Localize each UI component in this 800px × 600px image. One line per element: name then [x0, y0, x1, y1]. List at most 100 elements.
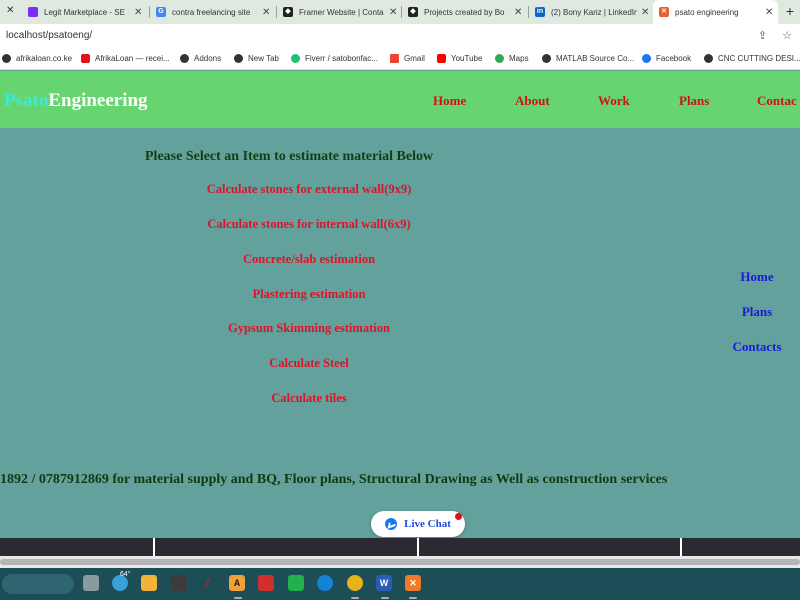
- calc-internal-wall-link[interactable]: Calculate stones for internal wall(6x9): [207, 217, 410, 232]
- concrete-slab-link[interactable]: Concrete/slab estimation: [243, 252, 375, 267]
- calculate-steel-link[interactable]: Calculate Steel: [269, 356, 349, 371]
- globe-icon: [180, 54, 189, 63]
- bookmark-label: YouTube: [451, 54, 483, 63]
- running-app-indicator: [409, 597, 417, 599]
- sidebar-home-link[interactable]: Home: [740, 269, 773, 285]
- globe-icon: [234, 54, 243, 63]
- tab-label: Legit Marketplace - SE: [44, 7, 125, 17]
- windows-taskbar: 64° ⁄ A W ✕: [0, 568, 800, 600]
- brand-part-psato: Psato: [4, 90, 49, 111]
- bookmark-maps[interactable]: Maps: [495, 54, 529, 63]
- linkedin-icon: in: [535, 7, 545, 17]
- bookmark-label: afrikaloan.co.ke: [16, 54, 73, 63]
- tab-label: contra freelancing site: [172, 7, 251, 17]
- edge-browser-icon[interactable]: [317, 575, 333, 591]
- active-app-indicator: [351, 597, 359, 599]
- running-app-indicator: [381, 597, 389, 599]
- plastering-link[interactable]: Plastering estimation: [253, 287, 366, 302]
- taskbar-search-box[interactable]: [2, 574, 74, 594]
- browser-tab-contra[interactable]: G contra freelancing site ✕: [150, 0, 276, 24]
- running-app-indicator: [234, 597, 242, 599]
- scrollbar-thumb[interactable]: [0, 559, 800, 565]
- nav-work-link[interactable]: Work: [598, 93, 630, 109]
- folder-icon[interactable]: [141, 575, 157, 591]
- grid-icon: [28, 7, 38, 17]
- close-icon[interactable]: ✕: [262, 7, 270, 18]
- address-bar-actions: ⇪ ☆: [746, 29, 792, 42]
- tab-label: Projects created by Bo: [424, 7, 505, 17]
- close-icon[interactable]: ✕: [389, 7, 397, 18]
- xampp-icon[interactable]: ✕: [405, 575, 421, 591]
- globe-icon: [704, 54, 713, 63]
- address-bar[interactable]: localhost/psatoeng/ ⇪ ☆: [0, 24, 800, 50]
- calc-external-wall-link[interactable]: Calculate stones for external wall(9x9): [207, 182, 412, 197]
- gypsum-skimming-link[interactable]: Gypsum Skimming estimation: [228, 321, 390, 336]
- nav-contacts-link[interactable]: Contac: [757, 93, 797, 109]
- word-icon[interactable]: W: [376, 575, 392, 591]
- sidebar-plans-link[interactable]: Plans: [742, 304, 772, 320]
- spreadsheet-icon[interactable]: [288, 575, 304, 591]
- bookmark-new-tab[interactable]: New Tab: [234, 54, 279, 63]
- browser-tab-legit-marketplace[interactable]: Legit Marketplace - SE ✕: [22, 0, 148, 24]
- sidebar-contacts-link[interactable]: Contacts: [732, 339, 781, 355]
- youtube-icon: [437, 54, 446, 63]
- browser-tab-framer-projects[interactable]: ◆ Projects created by Bo ✕: [402, 0, 528, 24]
- browser-tab-framer-website[interactable]: ◆ Framer Website | Conta ✕: [277, 0, 401, 24]
- close-icon[interactable]: ✕: [6, 5, 14, 16]
- browser-tab-strip: ✕ Legit Marketplace - SE ✕ G contra free…: [0, 0, 800, 24]
- page-heading: Please Select an Item to estimate materi…: [145, 149, 434, 164]
- brand-part-engineering: Engineering: [48, 90, 148, 111]
- xampp-icon: ✕: [659, 7, 669, 17]
- gmail-icon: [390, 54, 399, 63]
- live-chat-button[interactable]: Live Chat: [371, 511, 465, 537]
- footer-segment: [682, 538, 800, 556]
- maps-pin-icon: [495, 54, 504, 63]
- new-tab-plus-icon[interactable]: +: [786, 3, 794, 19]
- globe-icon: [2, 54, 11, 63]
- bookmark-star-icon[interactable]: ☆: [782, 30, 792, 42]
- google-icon: G: [156, 7, 166, 17]
- chrome-browser-icon[interactable]: [347, 575, 363, 591]
- filezilla-icon[interactable]: ⁄: [199, 575, 215, 591]
- bookmark-addons[interactable]: Addons: [180, 54, 221, 63]
- file-explorer-window-icon[interactable]: [83, 575, 99, 591]
- bookmark-cnc-cutting[interactable]: CNC CUTTING DESI...: [704, 54, 800, 63]
- site-logo[interactable]: PsatoEngineering: [4, 90, 148, 112]
- url-text[interactable]: localhost/psatoeng/: [6, 30, 92, 41]
- bookmarks-bar: afrikaloan.co.ke AfrikaLoan — recei... A…: [0, 50, 800, 70]
- bookmark-youtube[interactable]: YouTube: [437, 54, 482, 63]
- bookmark-label: Facebook: [656, 54, 692, 63]
- close-icon[interactable]: ✕: [641, 7, 649, 18]
- bookmark-gmail[interactable]: Gmail: [390, 54, 425, 63]
- bookmark-label: Addons: [194, 54, 222, 63]
- sketchup-icon[interactable]: [258, 575, 274, 591]
- bookmark-label: MATLAB Source Co...: [556, 54, 635, 63]
- footer-segment: [419, 538, 680, 556]
- facebook-icon: [642, 54, 651, 63]
- bookmark-afrikaloan-received[interactable]: AfrikaLoan — recei...: [81, 54, 170, 63]
- tab-label: psato engineering: [675, 7, 739, 17]
- tab-label: (2) Bony Kariz | LinkedIn: [551, 7, 637, 17]
- nav-home-link[interactable]: Home: [433, 93, 466, 109]
- bookmark-facebook[interactable]: Facebook: [642, 54, 691, 63]
- browser-tab-linkedin[interactable]: in (2) Bony Kariz | LinkedIn ✕: [529, 0, 653, 24]
- clapperboard-icon[interactable]: [171, 575, 187, 591]
- browser-tab-psato-engineering[interactable]: ✕ psato engineering ✕: [653, 0, 778, 24]
- horizontal-scrollbar[interactable]: [0, 556, 800, 568]
- fiverr-icon: [291, 54, 300, 63]
- bookmark-afrikaloan[interactable]: afrikaloan.co.ke: [2, 54, 72, 63]
- bookmark-fiverr[interactable]: Fiverr / satobonfac...: [291, 54, 378, 63]
- live-chat-label: Live Chat: [404, 518, 451, 530]
- illustrator-icon[interactable]: A: [229, 575, 245, 591]
- footer-segment: [0, 538, 153, 556]
- calculate-tiles-link[interactable]: Calculate tiles: [271, 391, 346, 406]
- close-icon[interactable]: ✕: [514, 7, 522, 18]
- bookmark-matlab[interactable]: MATLAB Source Co...: [542, 54, 634, 63]
- close-icon[interactable]: ✕: [134, 7, 142, 18]
- close-icon[interactable]: ✕: [765, 7, 773, 18]
- nav-plans-link[interactable]: Plans: [679, 93, 709, 109]
- globe-icon: [542, 54, 551, 63]
- nav-about-link[interactable]: About: [515, 93, 550, 109]
- afrikaloan-icon: [81, 54, 90, 63]
- share-icon[interactable]: ⇪: [758, 30, 767, 42]
